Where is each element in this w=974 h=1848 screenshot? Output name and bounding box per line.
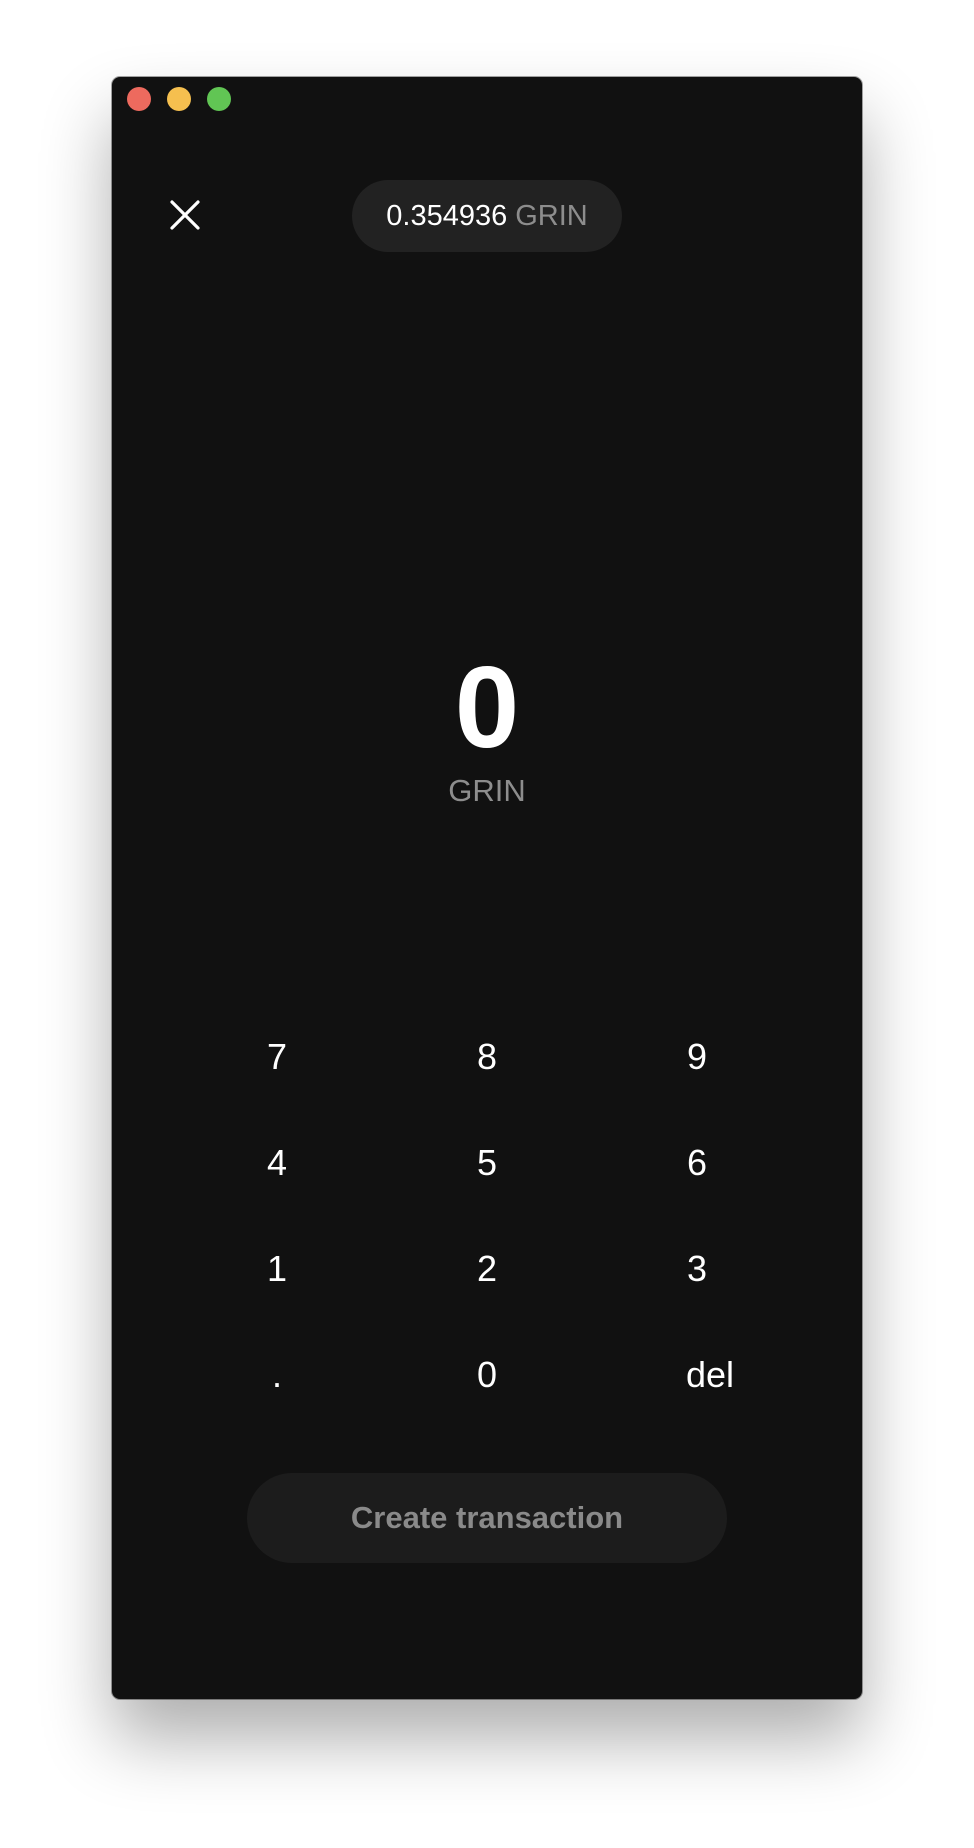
key-decimal[interactable]: . xyxy=(207,1335,347,1415)
key-6[interactable]: 6 xyxy=(627,1123,767,1203)
create-transaction-button[interactable]: Create transaction xyxy=(247,1473,727,1563)
app-window: 0.354936 GRIN 0 GRIN 7 8 9 4 5 6 1 2 3 .… xyxy=(112,77,862,1699)
key-delete[interactable]: del xyxy=(640,1335,780,1415)
amount-display: 0 xyxy=(454,642,520,772)
window-zoom-button[interactable] xyxy=(207,87,231,111)
close-icon xyxy=(170,200,200,230)
key-1[interactable]: 1 xyxy=(207,1229,347,1309)
key-0[interactable]: 0 xyxy=(417,1335,557,1415)
close-button[interactable] xyxy=(168,198,202,232)
key-2[interactable]: 2 xyxy=(417,1229,557,1309)
balance-amount: 0.354936 xyxy=(386,199,508,232)
key-3[interactable]: 3 xyxy=(627,1229,767,1309)
key-8[interactable]: 8 xyxy=(417,1017,557,1097)
window-minimize-button[interactable] xyxy=(167,87,191,111)
key-9[interactable]: 9 xyxy=(627,1017,767,1097)
key-4[interactable]: 4 xyxy=(207,1123,347,1203)
window-close-button[interactable] xyxy=(127,87,151,111)
balance-unit: GRIN xyxy=(515,199,588,232)
amount-unit: GRIN xyxy=(448,773,526,808)
balance-pill[interactable]: 0.354936 GRIN xyxy=(352,180,622,252)
key-7[interactable]: 7 xyxy=(207,1017,347,1097)
key-5[interactable]: 5 xyxy=(417,1123,557,1203)
window-controls xyxy=(127,87,231,111)
